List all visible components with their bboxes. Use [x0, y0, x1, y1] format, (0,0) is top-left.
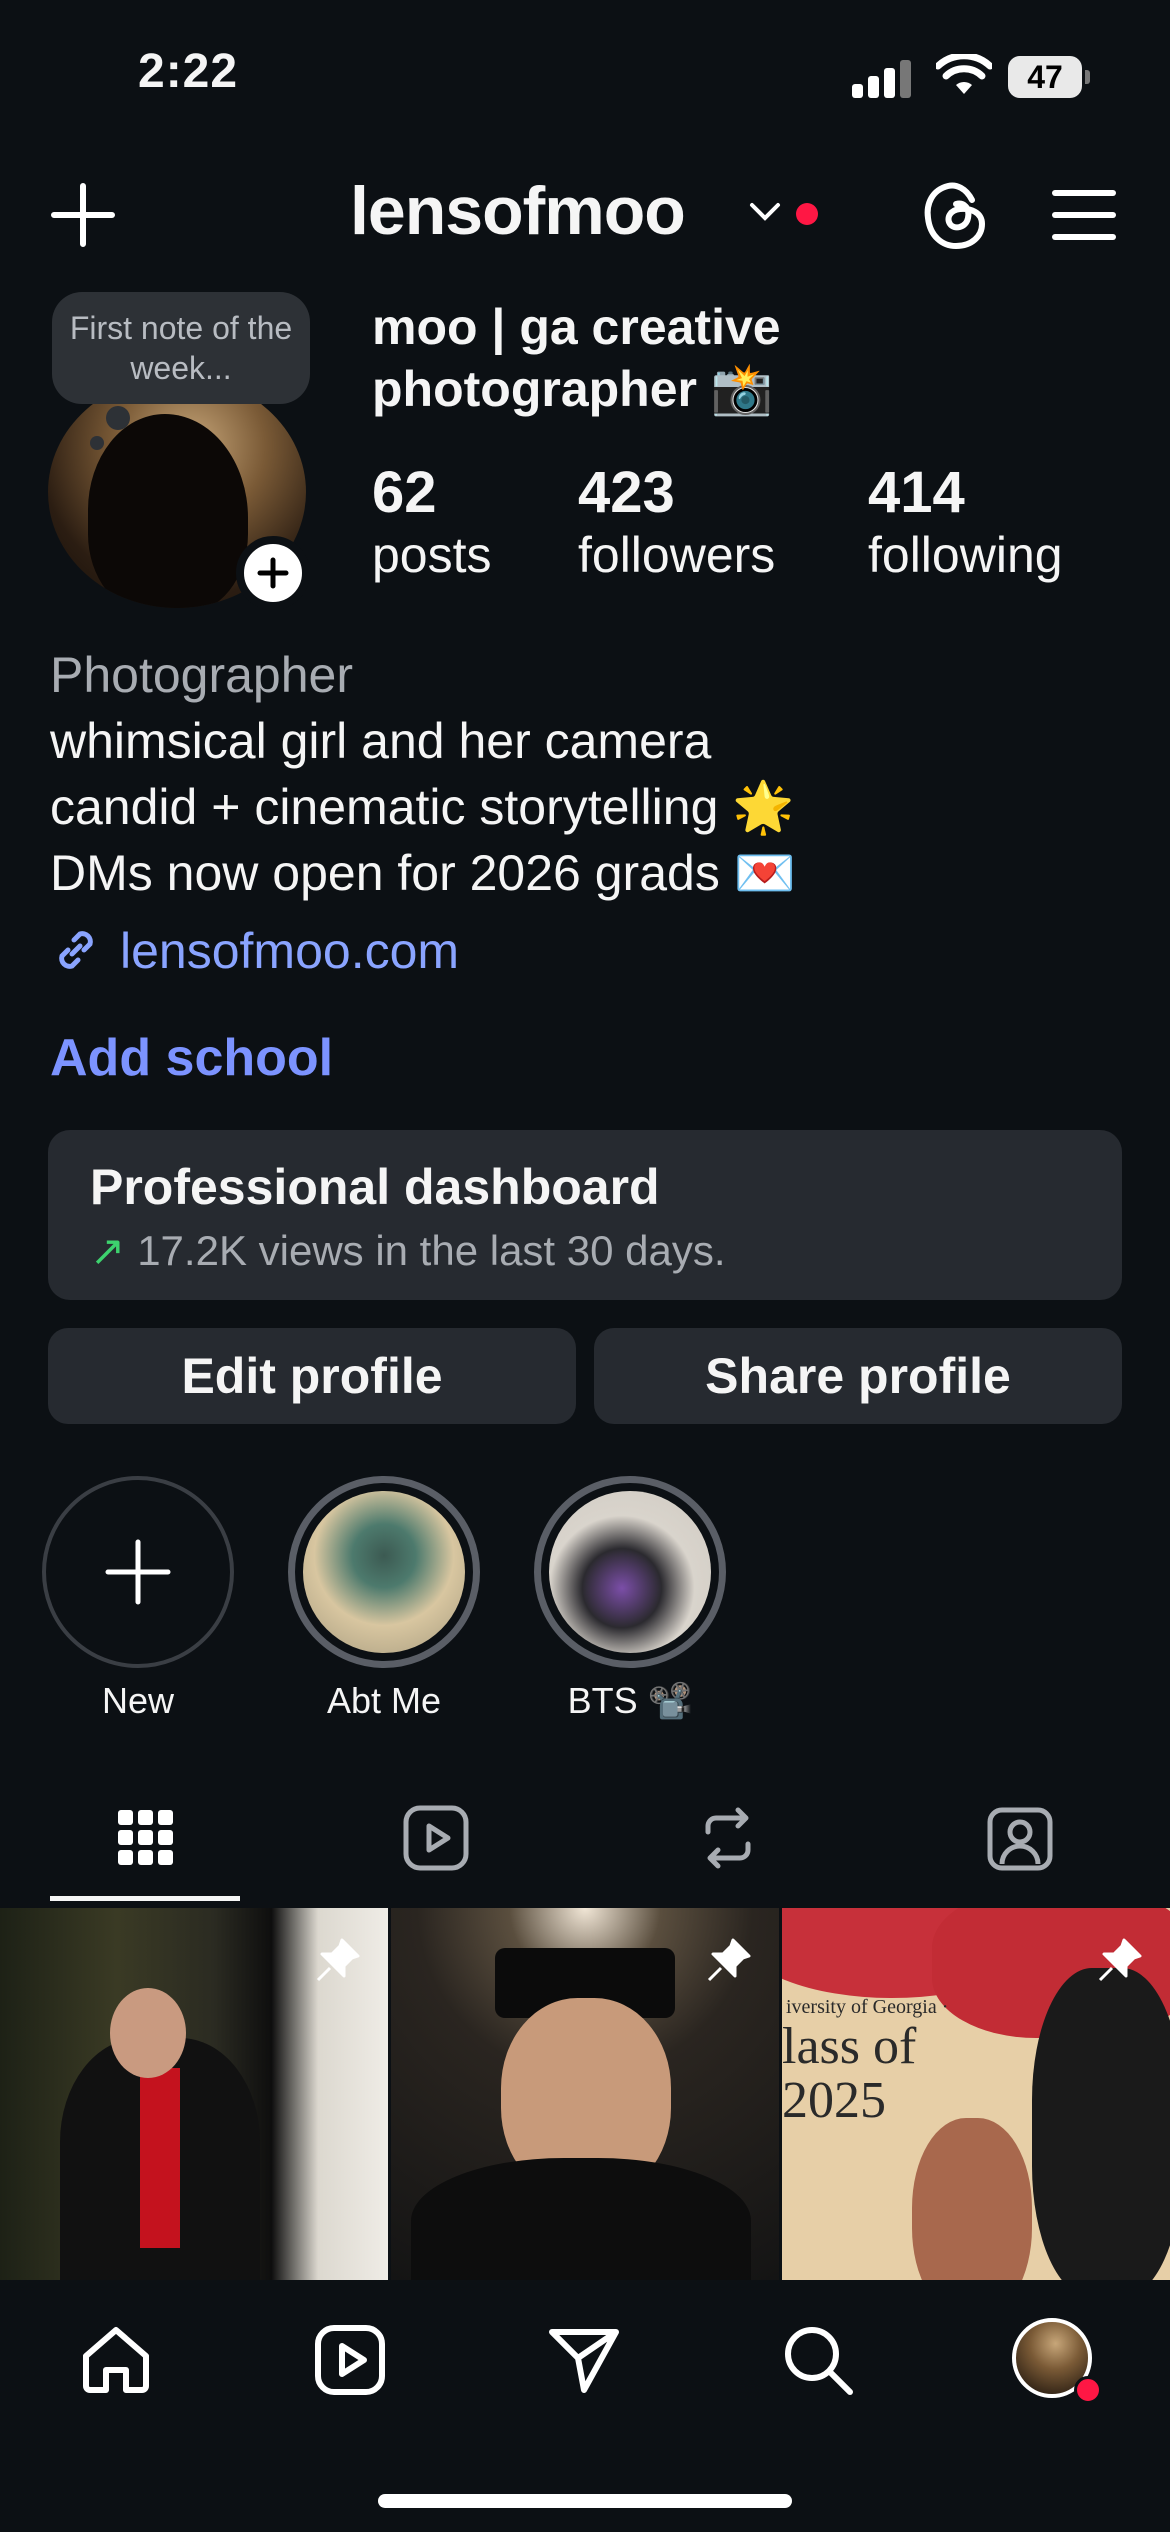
cellular-signal-icon [852, 58, 914, 98]
stat-followers[interactable]: 423 followers [578, 462, 775, 586]
plus-icon [257, 557, 289, 589]
bio-line: whimsical girl and her camera [50, 713, 712, 769]
highlight-cover [549, 1491, 711, 1653]
threads-icon[interactable] [920, 178, 990, 252]
pinned-icon [316, 1938, 360, 1982]
bio-line: DMs now open for 2026 grads 💌 [50, 845, 796, 901]
stat-following-label: following [868, 527, 1063, 583]
profile-username[interactable]: lensofmoo [350, 172, 686, 250]
link-icon [59, 931, 93, 969]
bio-line: candid + cinematic storytelling 🌟 [50, 779, 795, 835]
search-icon[interactable] [780, 2322, 856, 2398]
plus-icon [105, 1539, 171, 1605]
profile-link-text: lensofmoo.com [120, 923, 460, 979]
highlight-cover [303, 1491, 465, 1653]
highlight-label: BTS 📽️ [567, 1680, 693, 1721]
active-tab-indicator [50, 1896, 240, 1901]
trend-up-icon: ↗ [90, 1227, 126, 1274]
note-bubble[interactable]: First note of the week... [52, 292, 310, 450]
chevron-down-icon[interactable] [748, 200, 782, 224]
menu-icon[interactable] [1052, 190, 1116, 240]
home-icon[interactable] [78, 2322, 154, 2398]
post-thumbnail[interactable] [0, 1908, 388, 2280]
avatar-photo [88, 414, 248, 608]
battery-icon: 47 [1008, 56, 1090, 98]
stat-following[interactable]: 414 following [868, 462, 1063, 586]
stat-posts-label: posts [372, 527, 492, 583]
create-plus-icon[interactable] [50, 182, 116, 248]
post-thumbnail[interactable]: iversity of Georgia · lass of 2025 [782, 1908, 1170, 2280]
highlight-bts[interactable] [534, 1476, 726, 1668]
highlight-label: New [101, 1680, 175, 1721]
post-text: iversity of Georgia · [786, 1996, 949, 2018]
reposts-icon[interactable] [692, 1802, 764, 1874]
add-story-button[interactable] [236, 536, 310, 610]
stat-followers-value: 423 [578, 460, 675, 525]
edit-profile-button[interactable]: Edit profile [48, 1328, 576, 1424]
grid-icon[interactable] [110, 1802, 182, 1874]
post-thumbnail[interactable] [391, 1908, 779, 2280]
dashboard-title: Professional dashboard [90, 1159, 660, 1215]
profile-full-name: moo | ga creative photographer 📸 [372, 299, 781, 417]
notification-dot [1074, 2376, 1102, 2404]
dashboard-subtitle-text: 17.2K views in the last 30 days. [137, 1227, 726, 1274]
highlight-abt-me[interactable] [288, 1476, 480, 1668]
send-icon[interactable] [546, 2322, 622, 2398]
new-highlight-button[interactable] [42, 1476, 234, 1668]
profile-category: Photographer [50, 647, 354, 703]
tagged-icon[interactable] [984, 1802, 1056, 1874]
add-school-link[interactable]: Add school [50, 1028, 333, 1088]
profile-link[interactable]: lensofmoo.com [50, 922, 459, 980]
stat-posts-value: 62 [372, 460, 437, 525]
status-time: 2:22 [138, 45, 239, 98]
stat-followers-label: followers [578, 527, 776, 583]
professional-dashboard-card[interactable]: Professional dashboard ↗ 17.2K views in t… [48, 1130, 1122, 1300]
note-text: First note of the week... [69, 310, 293, 386]
highlight-label: Abt Me [326, 1680, 442, 1721]
dashboard-subtitle: ↗ 17.2K views in the last 30 days. [90, 1226, 726, 1275]
share-profile-button[interactable]: Share profile [594, 1328, 1122, 1424]
home-indicator [378, 2494, 792, 2508]
reels-icon[interactable] [312, 2322, 388, 2398]
pinned-icon [1098, 1938, 1142, 1982]
wifi-icon [936, 54, 992, 94]
notification-dot [796, 203, 818, 225]
stat-following-value: 414 [868, 460, 965, 525]
post-text: lass of 2025 [782, 2018, 917, 2129]
reels-icon[interactable] [400, 1802, 472, 1874]
stat-posts[interactable]: 62 posts [372, 462, 492, 586]
pinned-icon [707, 1938, 751, 1982]
